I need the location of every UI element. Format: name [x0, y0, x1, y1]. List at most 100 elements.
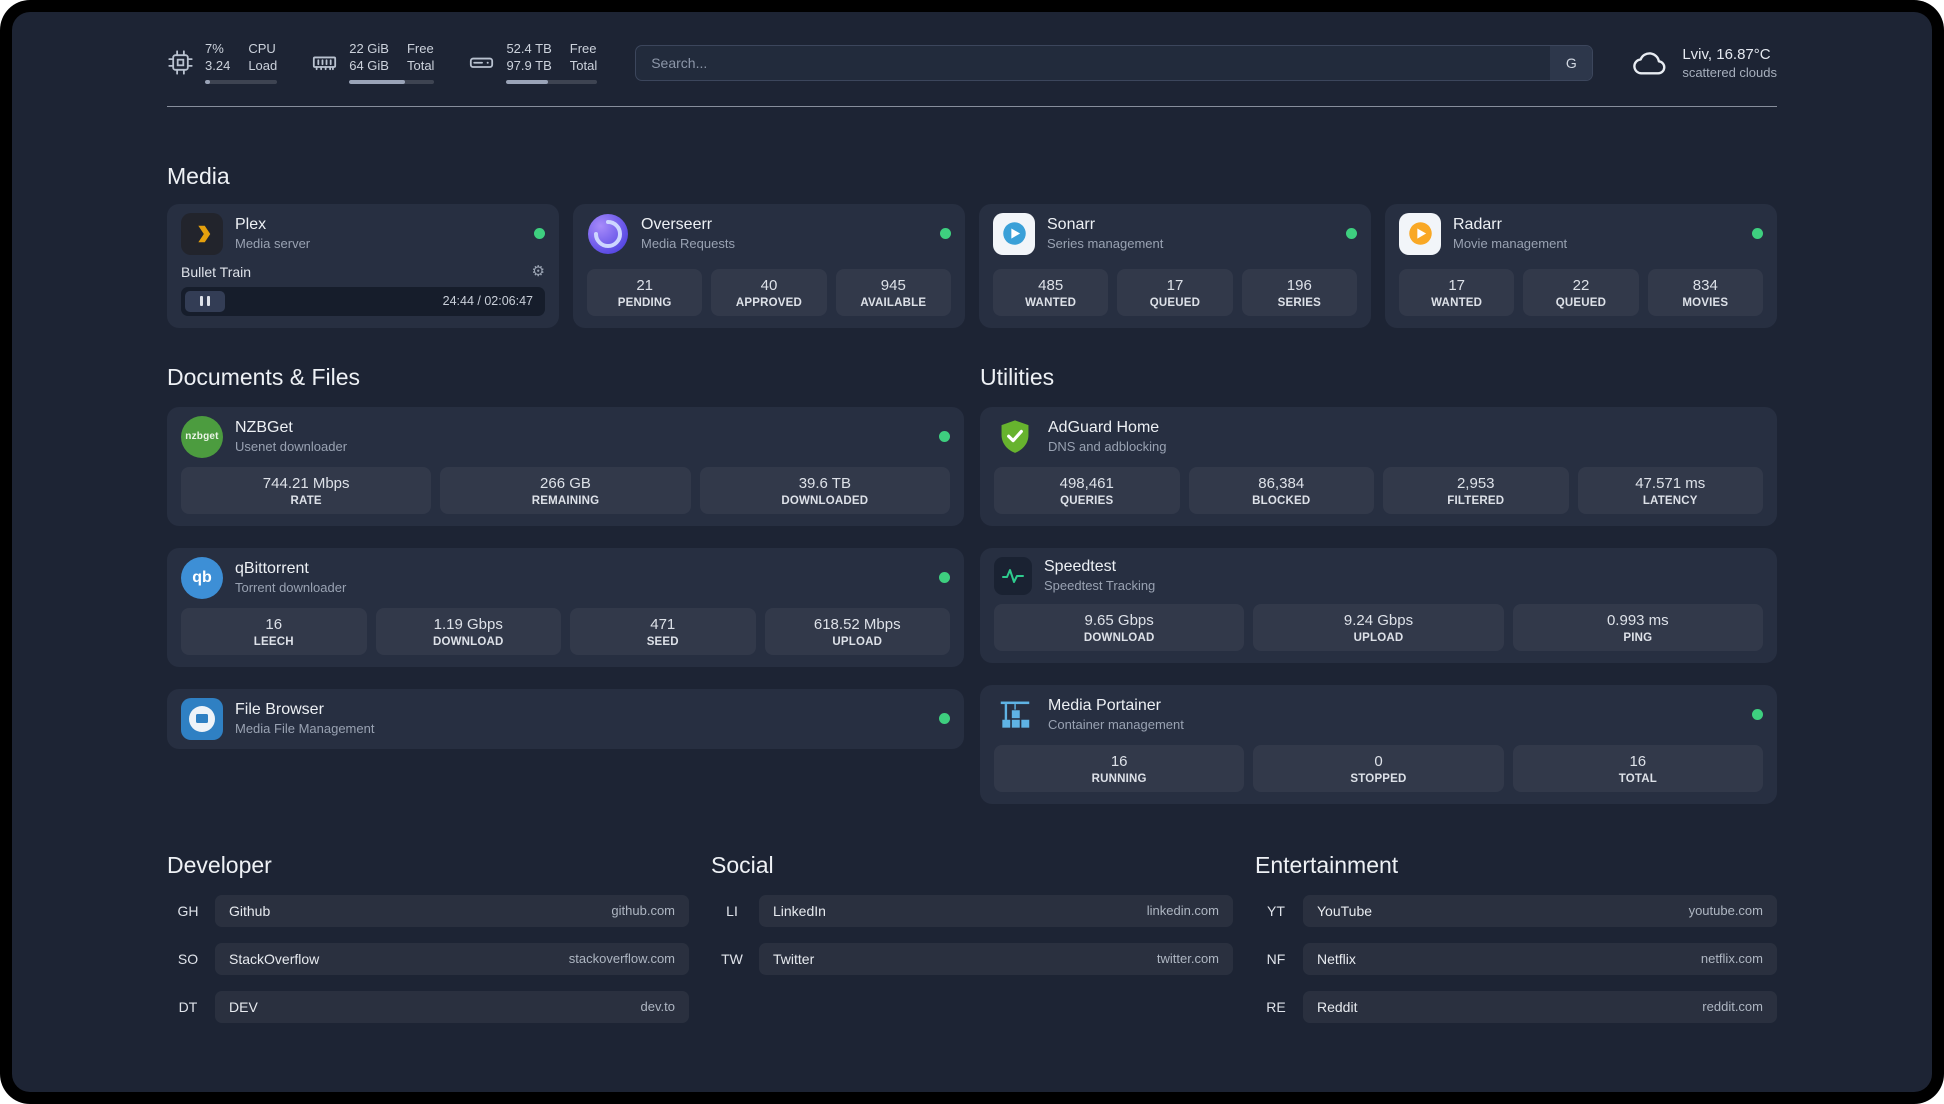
status-dot	[1752, 709, 1763, 721]
service-name-radarr[interactable]: Radarr	[1453, 216, 1567, 234]
bookmark-link-reddit[interactable]: Reddit reddit.com	[1303, 990, 1777, 1023]
disk-total-value: 97.9 TB	[506, 57, 552, 73]
status-dot	[534, 228, 545, 240]
stat-downloaded: 39.6 TB DOWNLOADED	[699, 466, 950, 514]
search-input[interactable]	[635, 44, 1594, 81]
section-title-developer: Developer	[167, 851, 272, 878]
stat-approved: 40 APPROVED	[711, 268, 827, 316]
service-name-qbittorrent[interactable]: qBittorrent	[235, 560, 346, 578]
nzbget-icon[interactable]: nzbget	[181, 415, 223, 458]
disk-widget: 52.4 TB Free 97.9 TB Total	[468, 41, 598, 84]
service-desc-plex: Media server	[235, 236, 311, 252]
search-bar: G	[635, 44, 1594, 81]
overseerr-icon[interactable]	[587, 213, 629, 255]
stat-seed: 471 SEED	[570, 607, 756, 655]
service-desc-filebrowser: Media File Management	[235, 721, 375, 737]
disk-free-value: 52.4 TB	[506, 41, 552, 56]
radarr-icon[interactable]	[1399, 212, 1441, 255]
bookmark-twitter: TW Twitter twitter.com	[711, 942, 1233, 975]
playback-time: 24:44 / 02:06:47	[442, 294, 533, 309]
stat-download: 9.65 Gbps DOWNLOAD	[994, 603, 1245, 651]
bookmark-link-stackoverflow[interactable]: StackOverflow stackoverflow.com	[215, 942, 689, 975]
service-name-speedtest[interactable]: Speedtest	[1044, 558, 1155, 576]
stat-blocked: 86,384 BLOCKED	[1188, 466, 1374, 514]
resource-widgets: 7% CPU 3.24 Load 22 GiB Free 64 GiB Tota…	[167, 41, 598, 84]
bookmark-reddit: RE Reddit reddit.com	[1255, 990, 1777, 1023]
bookmark-link-github[interactable]: Github github.com	[215, 894, 689, 927]
top-bar: 7% CPU 3.24 Load 22 GiB Free 64 GiB Tota…	[167, 41, 1777, 84]
service-name-portainer[interactable]: Media Portainer	[1048, 697, 1184, 715]
service-name-adguard[interactable]: AdGuard Home	[1048, 419, 1167, 437]
status-dot	[939, 713, 950, 725]
service-card-radarr: Radarr Movie management 17 WANTED 22 QUE…	[1385, 203, 1777, 328]
stat-queries: 498,461 QUERIES	[994, 466, 1180, 514]
ram-icon	[311, 49, 338, 76]
cpu-widget: 7% CPU 3.24 Load	[167, 41, 278, 84]
search-provider-button[interactable]: G	[1550, 45, 1593, 80]
stat-latency: 47.571 ms LATENCY	[1577, 466, 1763, 514]
bookmark-link-youtube[interactable]: YouTube youtube.com	[1303, 894, 1777, 927]
service-name-plex[interactable]: Plex	[235, 216, 310, 234]
media-player-bar: 24:44 / 02:06:47	[181, 286, 545, 316]
memory-widget: 22 GiB Free 64 GiB Total	[311, 41, 435, 84]
bookmark-dev: DT DEV dev.to	[167, 990, 689, 1023]
bookmark-abbr: GH	[177, 902, 199, 919]
header-divider	[167, 105, 1777, 107]
bookmark-youtube: YT YouTube youtube.com	[1255, 894, 1777, 927]
stat-upload: 618.52 Mbps UPLOAD	[764, 607, 950, 655]
sonarr-icon[interactable]	[993, 212, 1035, 255]
section-title-media: Media	[167, 162, 230, 189]
stat-movies: 834 MOVIES	[1647, 268, 1763, 316]
speedtest-icon[interactable]	[994, 556, 1032, 595]
portainer-icon[interactable]	[994, 694, 1036, 736]
service-card-sonarr: Sonarr Series management 485 WANTED 17 Q…	[979, 203, 1371, 328]
memory-free-label: Free	[406, 41, 434, 56]
now-playing-title: Bullet Train	[181, 263, 252, 280]
pause-button[interactable]	[185, 290, 225, 312]
service-desc-radarr: Movie management	[1453, 236, 1568, 252]
filebrowser-icon[interactable]	[181, 697, 223, 740]
service-name-sonarr[interactable]: Sonarr	[1047, 216, 1163, 234]
service-name-filebrowser[interactable]: File Browser	[235, 701, 374, 719]
service-name-overseerr[interactable]: Overseerr	[641, 216, 735, 234]
bookmark-linkedin: LI LinkedIn linkedin.com	[711, 894, 1233, 927]
stat-wanted: 485 WANTED	[993, 268, 1109, 316]
memory-total-label: Total	[406, 57, 435, 73]
service-desc-nzbget: Usenet downloader	[235, 439, 348, 455]
gear-icon[interactable]: ⚙	[532, 264, 545, 279]
cpu-label: CPU	[248, 41, 276, 56]
section-developer: Developer GH Github github.com SO StackO…	[167, 852, 689, 1023]
weather-widget[interactable]: Lviv, 16.87°C scattered clouds	[1631, 46, 1777, 80]
service-card-overseerr: Overseerr Media Requests 21 PENDING 40 A…	[573, 203, 965, 328]
stat-ping: 0.993 ms PING	[1512, 603, 1763, 651]
section-title-documents: Documents & Files	[167, 363, 361, 390]
stat-rate: 744.21 Mbps RATE	[181, 466, 432, 514]
bookmark-link-netflix[interactable]: Netflix netflix.com	[1303, 942, 1777, 975]
memory-total-value: 64 GiB	[349, 57, 389, 73]
cpu-load-value: 3.24	[205, 57, 231, 73]
stat-available: 945 AVAILABLE	[835, 268, 951, 316]
bookmark-link-dev[interactable]: DEV dev.to	[215, 990, 689, 1023]
stat-queued: 22 QUEUED	[1523, 268, 1639, 316]
section-title-utilities: Utilities	[980, 363, 1055, 390]
bookmark-link-twitter[interactable]: Twitter twitter.com	[759, 942, 1233, 975]
bookmark-link-linkedin[interactable]: LinkedIn linkedin.com	[759, 894, 1233, 927]
section-utilities: Utilities AdGuard Home DNS and adblockin…	[980, 364, 1777, 804]
service-name-nzbget[interactable]: NZBGet	[235, 419, 347, 437]
cpu-chip-icon	[167, 49, 194, 76]
dashboard-page: 7% CPU 3.24 Load 22 GiB Free 64 GiB Tota…	[12, 12, 1932, 1092]
service-card-adguard: AdGuard Home DNS and adblocking 498,461 …	[980, 406, 1777, 526]
bookmark-abbr: NF	[1266, 950, 1286, 967]
stat-total: 16 TOTAL	[1512, 744, 1763, 792]
adguard-icon[interactable]	[994, 416, 1036, 458]
plex-icon[interactable]	[181, 212, 223, 255]
weather-location: Lviv, 16.87°C	[1682, 45, 1771, 63]
memory-free-value: 22 GiB	[349, 41, 389, 56]
stat-running: 16 RUNNING	[994, 744, 1245, 792]
cpu-percent-value: 7%	[205, 41, 224, 56]
section-title-social: Social	[711, 851, 774, 878]
stat-pending: 21 PENDING	[587, 268, 703, 316]
qbittorrent-icon[interactable]: qb	[181, 556, 223, 599]
service-card-portainer: Media Portainer Container management 16 …	[980, 684, 1777, 804]
service-card-speedtest: Speedtest Speedtest Tracking 9.65 Gbps D…	[980, 547, 1777, 663]
